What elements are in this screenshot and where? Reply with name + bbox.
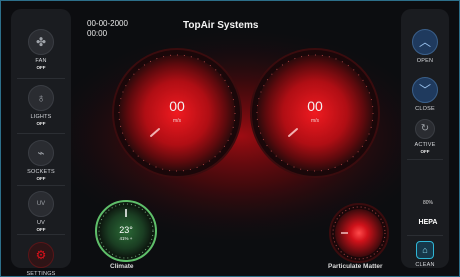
climate-temperature: 23° [119,225,133,235]
fan-state: OFF [36,65,46,70]
sync-icon[interactable]: ↻ [415,119,435,139]
plug-icon[interactable]: ⌁ [28,140,54,166]
date-text: 00-00-2000 [87,19,128,28]
sockets-control[interactable]: ⌁ SOCKETS OFF [11,140,71,181]
fan-control[interactable]: ✤ FAN OFF [11,29,71,70]
left-gauge-unit: m/s [172,118,182,124]
clean-icon[interactable]: ⌂ [416,241,434,259]
uv-state: OFF [36,227,46,232]
sockets-state: OFF [36,176,46,181]
climate-humidity: 41% + [119,236,133,241]
particulate-label: Particulate Matter [328,263,383,270]
brand-title: TopAir Systems [183,20,259,31]
active-state: OFF [420,149,430,154]
fan-label: FAN [35,58,47,64]
chevron-up-icon[interactable]: ︿ [412,29,438,55]
lights-label: LIGHTS [30,114,52,120]
right-gauge-value: 00 [307,98,323,114]
active-control[interactable]: ↻ ACTIVE OFF [401,119,449,154]
divider [407,159,443,160]
gear-icon[interactable]: ⚙ [28,242,54,268]
lights-state: OFF [36,121,46,126]
sockets-label: SOCKETS [27,169,55,175]
settings-control[interactable]: ⚙ SETTINGS [11,242,71,277]
right-gauge-unit: m/s [310,118,320,124]
hepa-percent: 80% [422,200,433,206]
hepa-label: HEPA [418,219,438,226]
bulb-icon[interactable]: ♁ [28,85,54,111]
chevron-down-icon[interactable]: ﹀ [412,77,438,103]
left-gauge-value: 00 [169,98,185,114]
close-control[interactable]: ﹀ CLOSE [401,77,449,112]
divider [407,235,443,236]
uv-icon[interactable]: UV [28,191,54,217]
left-control-panel: ✤ FAN OFF ♁ LIGHTS OFF ⌁ SOCKETS OFF UV … [11,9,71,276]
divider [17,234,65,235]
climate-label: Climate [110,263,134,270]
uv-label: UV [36,220,46,226]
open-control[interactable]: ︿ OPEN [401,29,449,64]
settings-label: SETTINGS [26,271,56,277]
app-frame: 00-00-2000 00:00 TopAir Systems 00 m/s 0… [0,0,460,277]
right-control-panel: ︿ OPEN ﹀ CLOSE ↻ ACTIVE OFF ⌂ CLEAN [401,9,449,268]
clean-control[interactable]: ⌂ CLEAN [401,241,449,268]
divider [17,185,65,186]
open-label: OPEN [416,58,434,64]
divider [17,78,65,79]
particulate-gauge [329,203,389,263]
time-text: 00:00 [87,29,108,38]
uv-control[interactable]: UV UV OFF [11,191,71,232]
lights-control[interactable]: ♁ LIGHTS OFF [11,85,71,126]
divider [17,133,65,134]
active-label: ACTIVE [414,142,436,148]
close-label: CLOSE [415,106,435,112]
fan-icon[interactable]: ✤ [28,29,54,55]
clean-label: CLEAN [415,262,435,268]
datetime: 00-00-2000 00:00 [87,19,128,39]
